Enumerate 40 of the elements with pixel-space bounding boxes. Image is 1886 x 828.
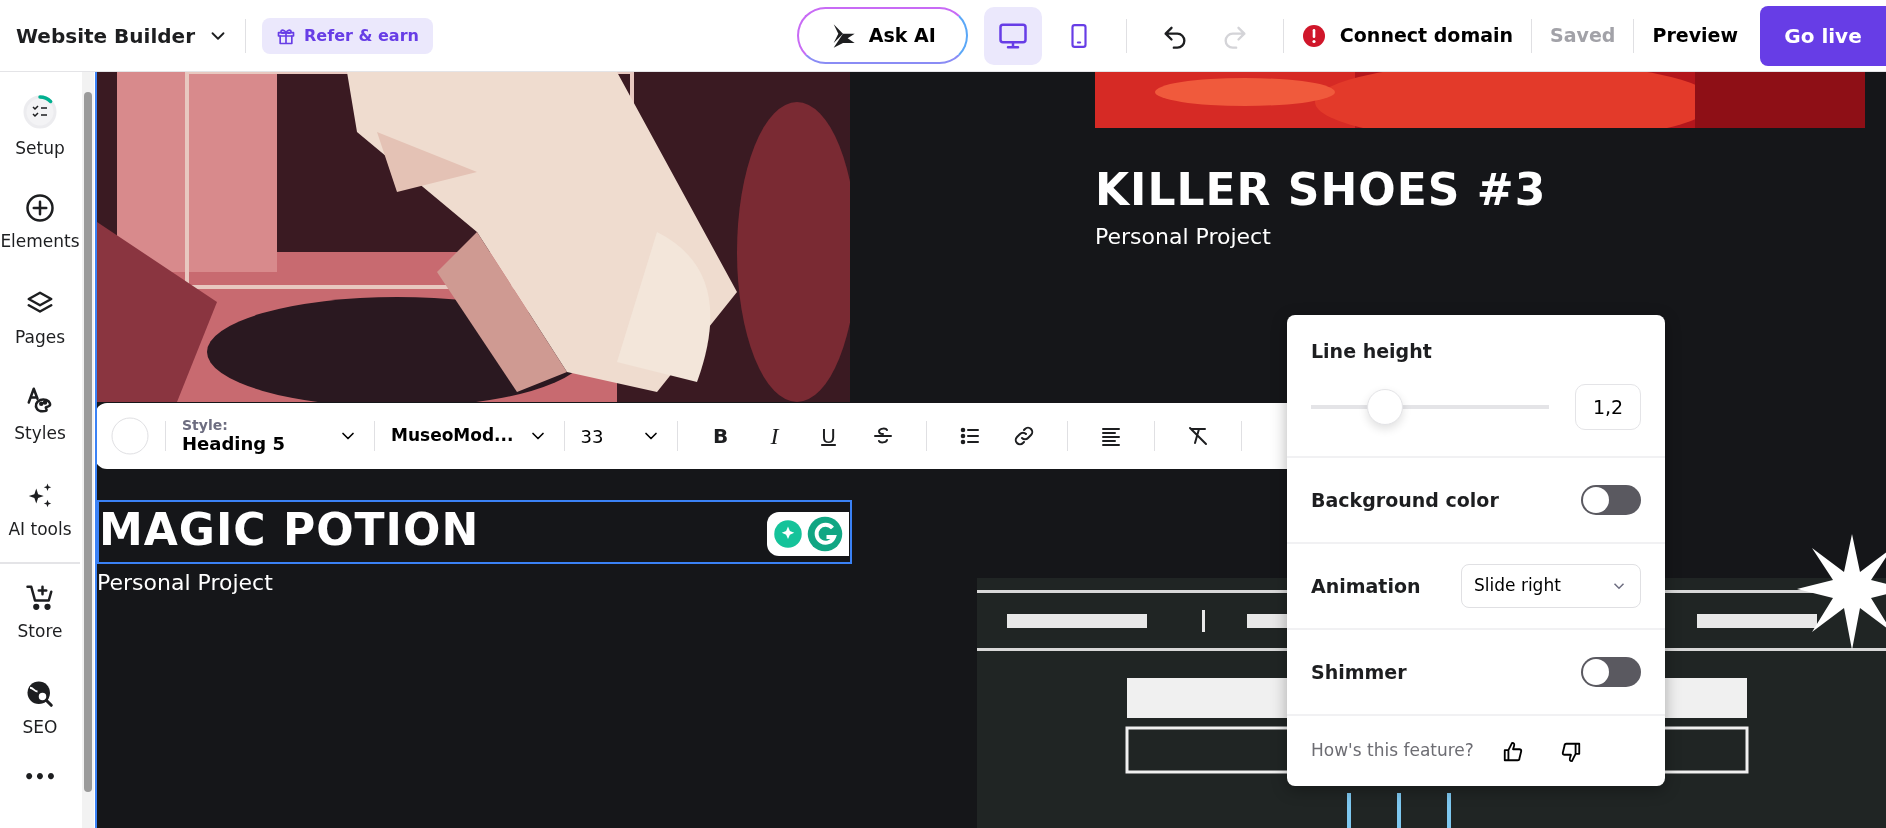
line-height-label: Line height — [1311, 339, 1433, 364]
style-value: Heading 5 — [182, 433, 285, 454]
sidebar-item[interactable]: SEO — [22, 662, 58, 758]
sidebar-item[interactable]: Setup — [15, 80, 65, 176]
setting-label: Shimmer — [1311, 659, 1407, 685]
sidebar-label: Setup — [15, 137, 65, 161]
setting-label: Animation — [1311, 573, 1421, 599]
preview-button[interactable]: Preview — [1646, 20, 1744, 51]
sidebar-item[interactable]: Elements — [0, 176, 80, 272]
ask-ai-button[interactable]: Ask AI — [796, 7, 968, 64]
font-dropdown[interactable]: MuseoMod... — [391, 423, 548, 449]
style-label: Style: — [182, 418, 229, 434]
project-title[interactable]: KILLER SHOES #3 — [1095, 168, 1547, 212]
sidebar-item[interactable]: Styles — [14, 368, 66, 464]
sidebar-item[interactable]: AI tools — [8, 464, 72, 560]
project-subtitle: Personal Project — [97, 569, 273, 597]
font-size-dropdown[interactable]: 33 — [580, 422, 661, 450]
italic-button[interactable]: I — [752, 414, 797, 458]
connect-domain-button[interactable]: Connect domain — [1333, 20, 1520, 51]
go-live-button[interactable]: Go live — [1760, 5, 1886, 66]
sidebar-item[interactable]: Store — [17, 566, 63, 662]
feedback-prompt: How's this feature? — [1311, 739, 1474, 763]
sidebar-item[interactable]: Pages — [15, 272, 65, 368]
sidebar-label: SEO — [22, 716, 58, 740]
project-title[interactable]: MAGIC POTION — [97, 500, 852, 564]
sidebar-label: Styles — [14, 422, 66, 446]
sidebar-label: Pages — [15, 326, 65, 350]
app-title[interactable]: Website Builder — [16, 20, 195, 51]
bold-button[interactable]: B — [698, 414, 743, 458]
refer-button[interactable]: Refer & earn — [262, 17, 433, 54]
setting-label: Background color — [1311, 487, 1499, 513]
project-subtitle: Personal Project — [1095, 223, 1271, 251]
style-dropdown[interactable]: Style: Heading 5 — [182, 418, 358, 454]
sidebar-label: AI tools — [8, 518, 72, 542]
sidebar-label: Elements — [0, 230, 80, 254]
line-height-input[interactable]: 1,2 — [1575, 383, 1641, 430]
underline-button[interactable]: U — [806, 414, 851, 458]
more-button[interactable]: ••• — [23, 758, 57, 798]
animation-select[interactable]: Slide right — [1461, 564, 1641, 608]
sidebar-label: Store — [17, 620, 63, 644]
